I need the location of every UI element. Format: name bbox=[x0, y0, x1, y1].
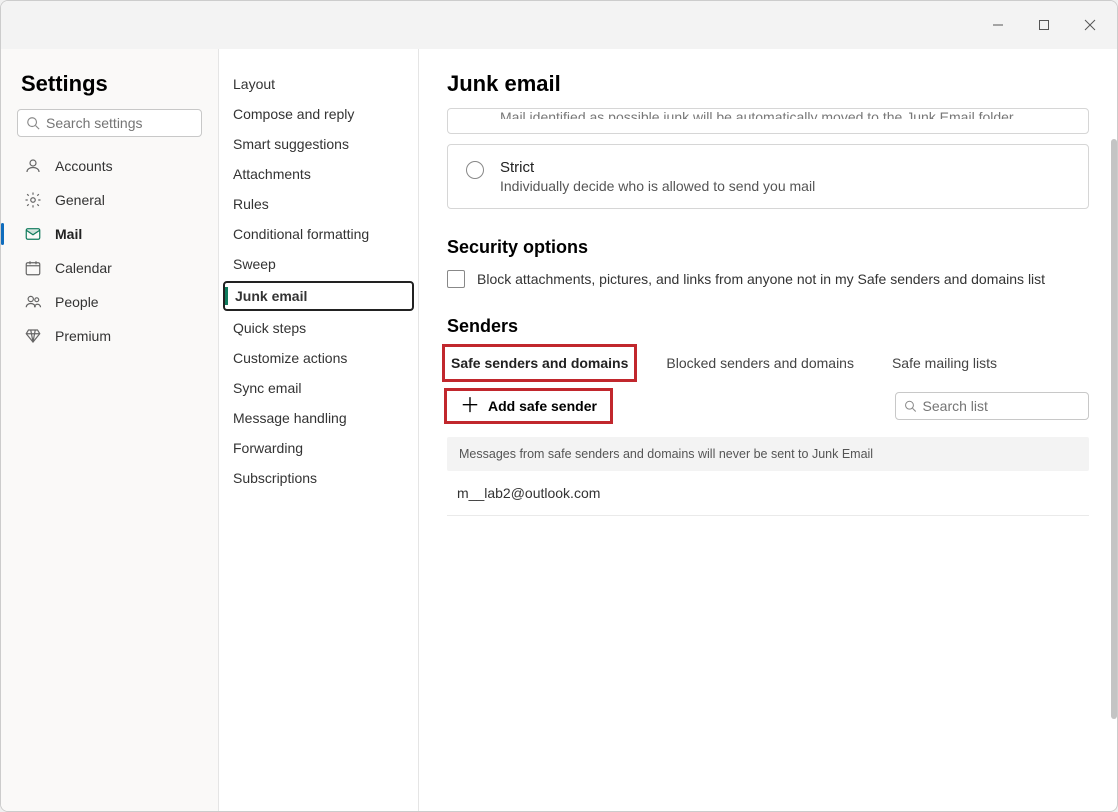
page-title: Junk email bbox=[419, 49, 1117, 108]
mail-icon bbox=[23, 224, 43, 244]
block-attachments-row[interactable]: Block attachments, pictures, and links f… bbox=[447, 270, 1089, 288]
person-icon bbox=[23, 156, 43, 176]
subnav-customize-actions[interactable]: Customize actions bbox=[219, 343, 418, 373]
search-list[interactable] bbox=[895, 392, 1089, 420]
subnav-smart-suggestions[interactable]: Smart suggestions bbox=[219, 129, 418, 159]
subnav-compose-reply[interactable]: Compose and reply bbox=[219, 99, 418, 129]
subnav-layout[interactable]: Layout bbox=[219, 69, 418, 99]
subnav-message-handling[interactable]: Message handling bbox=[219, 403, 418, 433]
security-options-heading: Security options bbox=[447, 237, 1089, 258]
sidebar-item-premium[interactable]: Premium bbox=[13, 319, 206, 353]
sidebar-item-general[interactable]: General bbox=[13, 183, 206, 217]
subnav-conditional-formatting[interactable]: Conditional formatting bbox=[219, 219, 418, 249]
search-icon bbox=[904, 399, 917, 413]
search-settings-input[interactable] bbox=[46, 115, 193, 131]
sidebar-item-calendar[interactable]: Calendar bbox=[13, 251, 206, 285]
maximize-button[interactable] bbox=[1021, 9, 1067, 41]
window-titlebar bbox=[1, 1, 1117, 49]
senders-tabs: Safe senders and domains Blocked senders… bbox=[447, 349, 1089, 377]
block-attachments-checkbox[interactable] bbox=[447, 270, 465, 288]
scrollbar-thumb[interactable] bbox=[1111, 139, 1117, 719]
search-list-input[interactable] bbox=[923, 398, 1080, 414]
safe-sender-row[interactable]: m__lab2@outlook.com bbox=[447, 471, 1089, 516]
sidebar-item-label: People bbox=[55, 294, 99, 310]
strict-title: Strict bbox=[500, 159, 815, 176]
filter-option-automatic[interactable]: Mail identified as possible junk will be… bbox=[447, 108, 1089, 134]
main-scroll[interactable]: Mail identified as possible junk will be… bbox=[419, 108, 1117, 811]
settings-title: Settings bbox=[21, 71, 198, 97]
sidebar-item-label: Premium bbox=[55, 328, 111, 344]
main-panel: Junk email Mail identified as possible j… bbox=[419, 49, 1117, 811]
search-settings[interactable] bbox=[17, 109, 202, 137]
subnav-sweep[interactable]: Sweep bbox=[219, 249, 418, 279]
tab-safe-mailing-lists[interactable]: Safe mailing lists bbox=[888, 349, 1001, 377]
add-safe-sender-label: Add safe sender bbox=[488, 398, 597, 414]
minimize-button[interactable] bbox=[975, 9, 1021, 41]
filter-auto-desc: Mail identified as possible junk will be… bbox=[500, 109, 1014, 119]
calendar-icon bbox=[23, 258, 43, 278]
settings-sidebar: Settings Accounts General Mail bbox=[1, 49, 219, 811]
radio-strict[interactable] bbox=[466, 161, 484, 179]
tab-safe-senders[interactable]: Safe senders and domains bbox=[447, 349, 632, 377]
add-safe-sender-button[interactable]: ＋ Add safe sender bbox=[447, 391, 610, 421]
tab-blocked-senders[interactable]: Blocked senders and domains bbox=[662, 349, 858, 377]
subnav-quick-steps[interactable]: Quick steps bbox=[219, 313, 418, 343]
subnav-subscriptions[interactable]: Subscriptions bbox=[219, 463, 418, 493]
strict-desc: Individually decide who is allowed to se… bbox=[500, 178, 815, 194]
sidebar-item-label: Calendar bbox=[55, 260, 112, 276]
mail-subnav: Layout Compose and reply Smart suggestio… bbox=[219, 49, 419, 811]
subnav-attachments[interactable]: Attachments bbox=[219, 159, 418, 189]
sidebar-item-accounts[interactable]: Accounts bbox=[13, 149, 206, 183]
subnav-sync-email[interactable]: Sync email bbox=[219, 373, 418, 403]
plus-icon: ＋ bbox=[460, 399, 480, 413]
diamond-icon bbox=[23, 326, 43, 346]
sidebar-item-label: Accounts bbox=[55, 158, 113, 174]
sidebar-item-mail[interactable]: Mail bbox=[13, 217, 206, 251]
close-button[interactable] bbox=[1067, 9, 1113, 41]
block-attachments-label: Block attachments, pictures, and links f… bbox=[477, 271, 1045, 287]
subnav-forwarding[interactable]: Forwarding bbox=[219, 433, 418, 463]
sidebar-item-label: General bbox=[55, 192, 105, 208]
sidebar-item-label: Mail bbox=[55, 226, 82, 242]
senders-heading: Senders bbox=[447, 316, 1089, 337]
subnav-rules[interactable]: Rules bbox=[219, 189, 418, 219]
people-icon bbox=[23, 292, 43, 312]
search-icon bbox=[26, 116, 40, 130]
sidebar-item-people[interactable]: People bbox=[13, 285, 206, 319]
gear-icon bbox=[23, 190, 43, 210]
safe-senders-info: Messages from safe senders and domains w… bbox=[447, 437, 1089, 471]
filter-option-strict[interactable]: Strict Individually decide who is allowe… bbox=[447, 144, 1089, 209]
subnav-junk-email[interactable]: Junk email bbox=[223, 281, 414, 311]
